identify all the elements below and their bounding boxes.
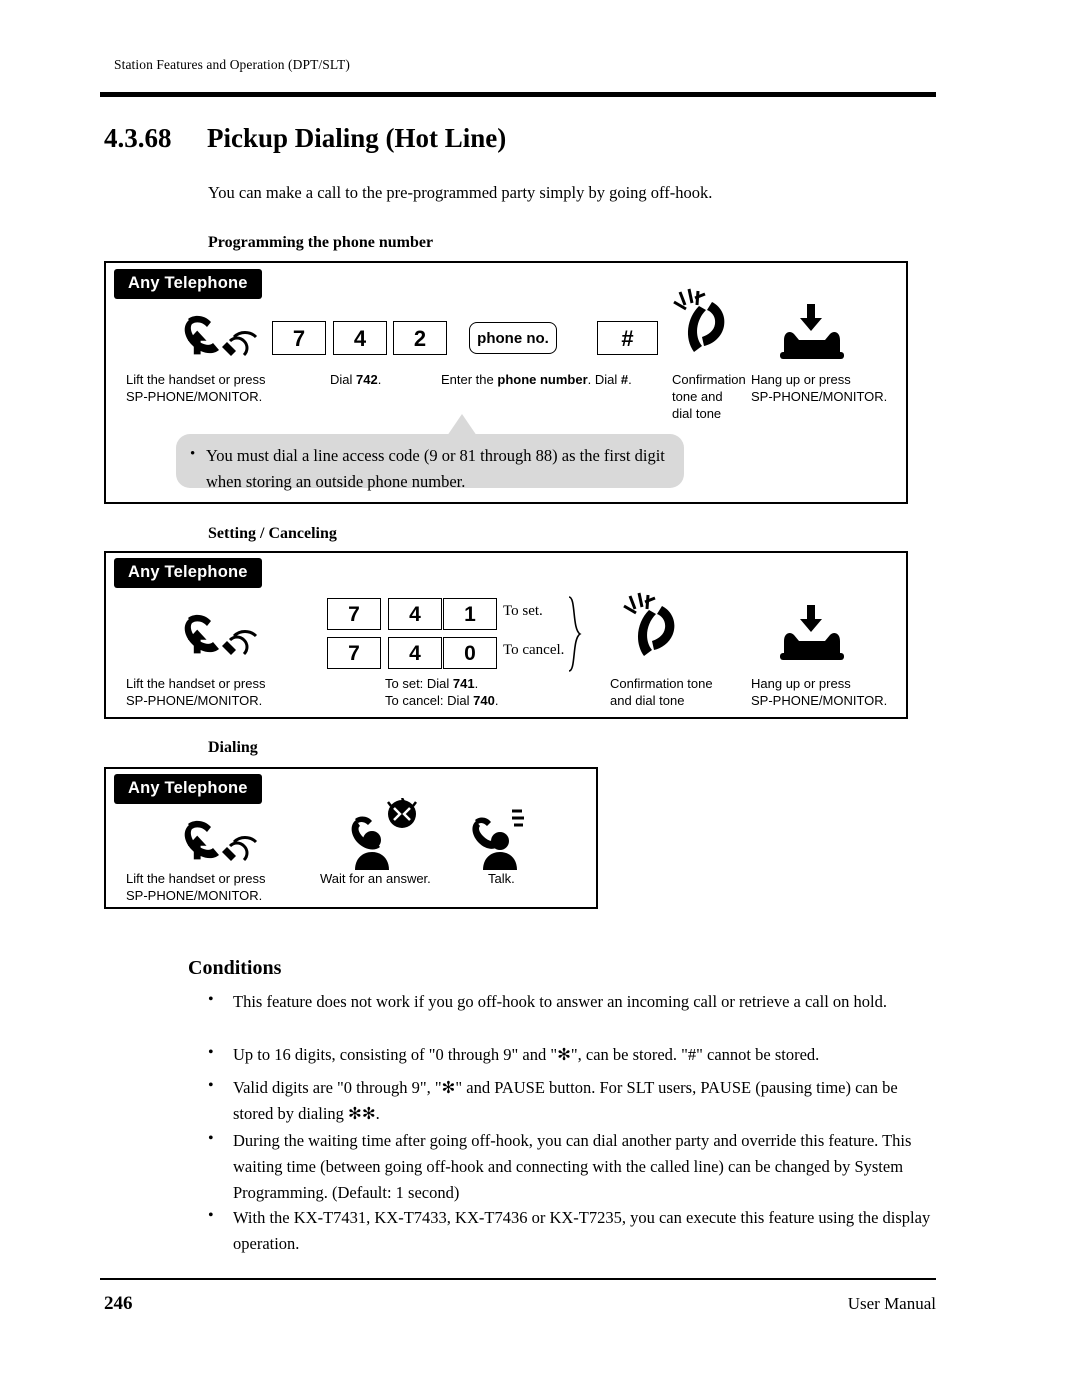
caption-hangup-1: Hang up or press SP-PHONE/MONITOR. — [751, 372, 888, 404]
page-title: Pickup Dialing (Hot Line) — [207, 123, 507, 153]
subheading-setting-canceling: Setting / Canceling — [208, 525, 337, 542]
badge-any-telephone-1: Any Telephone — [114, 269, 262, 299]
conditions-item-1: This feature does not work if you go off… — [233, 992, 888, 1011]
caption-dial-742: Dial 742. — [330, 372, 382, 387]
caption-enter-phone-number: Enter the phone number. Dial #. — [441, 372, 632, 387]
conditions-item-4: During the waiting time after going off-… — [233, 1131, 912, 1202]
caption-dial-741-740: To set: Dial 741. To cancel: Dial 740. — [385, 676, 499, 708]
subheading-programming: Programming the phone number — [208, 234, 434, 251]
caption-confirmation-2: Confirmation tone and dial tone — [610, 676, 713, 708]
subheading-dialing: Dialing — [208, 739, 258, 756]
hangup-icon-2 — [778, 603, 856, 665]
caption-wait-for-answer: Wait for an answer. — [320, 871, 431, 886]
note-tail — [447, 414, 477, 436]
caption-hangup-2: Hang up or press SP-PHONE/MONITOR. — [751, 676, 888, 708]
handset-lift-icon-2 — [178, 612, 258, 664]
brace-decoration — [566, 595, 584, 673]
note-bubble-programming: • You must dial a line access code (9 or… — [176, 434, 684, 491]
conditions-heading: Conditions — [188, 957, 282, 979]
caption-lift-1: Lift the handset or press SP-PHONE/MONIT… — [126, 372, 266, 404]
key-7-set: 7 — [327, 598, 381, 630]
key-phone-no: phone no. — [469, 322, 557, 354]
confirmation-tone-icon-2 — [622, 592, 692, 666]
confirmation-tone-icon-1 — [672, 288, 742, 362]
handset-lift-icon-1 — [178, 313, 258, 365]
hangup-icon-1 — [778, 302, 856, 364]
page-number: 246 — [104, 1293, 133, 1314]
header-rule — [100, 92, 936, 97]
conditions-bullet-2: • — [208, 1044, 214, 1061]
key-4-cancel: 4 — [388, 637, 442, 669]
conditions-bullet-1: • — [208, 991, 214, 1008]
note-text: You must dial a line access code (9 or 8… — [206, 446, 665, 491]
key-7-cancel: 7 — [327, 637, 381, 669]
note-bullet: • — [190, 446, 196, 462]
key-hash-programming: # — [597, 321, 658, 355]
key-0-cancel: 0 — [443, 637, 497, 669]
running-head: Station Features and Operation (DPT/SLT) — [114, 57, 350, 72]
key-1-set: 1 — [443, 598, 497, 630]
caption-lift-2: Lift the handset or press SP-PHONE/MONIT… — [126, 676, 266, 708]
wait-for-answer-icon — [342, 798, 420, 870]
label-to-cancel: To cancel. — [503, 642, 565, 658]
key-4-set: 4 — [388, 598, 442, 630]
conditions-bullet-3: • — [208, 1077, 214, 1094]
caption-talk: Talk. — [488, 871, 515, 886]
footer-doc-name: User Manual — [847, 1294, 936, 1313]
conditions-bullet-5: • — [208, 1207, 214, 1224]
key-4-programming: 4 — [333, 321, 387, 355]
key-7-programming: 7 — [272, 321, 326, 355]
handset-lift-icon-3 — [178, 818, 258, 870]
badge-any-telephone-3: Any Telephone — [114, 774, 262, 804]
badge-any-telephone-2: Any Telephone — [114, 558, 262, 588]
key-2-programming: 2 — [393, 321, 447, 355]
conditions-bullet-4: • — [208, 1130, 214, 1147]
caption-confirmation-1: Confirmation tone and dial tone — [672, 372, 746, 421]
section-number: 4.3.68 — [104, 123, 172, 153]
caption-lift-3: Lift the handset or press SP-PHONE/MONIT… — [126, 871, 266, 903]
intro-paragraph: You can make a call to the pre-programme… — [208, 183, 713, 202]
document-page: Station Features and Operation (DPT/SLT)… — [0, 0, 1080, 1397]
talk-icon — [468, 805, 530, 870]
conditions-item-2: Up to 16 digits, consisting of "0 throug… — [233, 1045, 820, 1064]
label-to-set: To set. — [503, 603, 543, 619]
footer-rule — [100, 1278, 936, 1280]
conditions-item-5: With the KX-T7431, KX-T7433, KX-T7436 or… — [233, 1208, 931, 1253]
conditions-item-3: Valid digits are "0 through 9", "✻" and … — [233, 1078, 898, 1123]
